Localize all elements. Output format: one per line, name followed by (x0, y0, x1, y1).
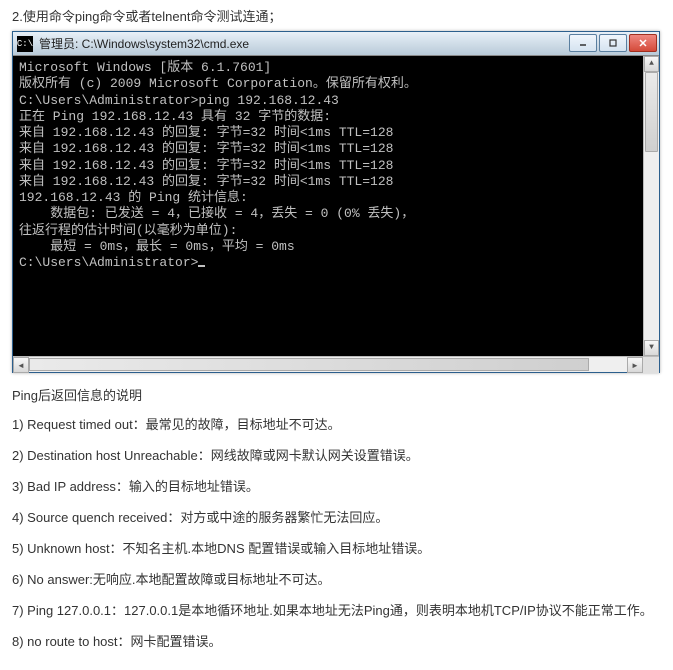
scroll-thumb-v[interactable] (645, 72, 658, 152)
note-item: 7) Ping 127.0.0.1：127.0.0.1是本地循环地址.如果本地址… (12, 600, 661, 619)
instruction-text: 2.使用命令ping命令或者telnent命令测试连通； (0, 0, 673, 31)
note-item: 8) no route to host：网卡配置错误。 (12, 631, 661, 650)
vertical-scrollbar[interactable]: ▲ ▼ (643, 56, 659, 356)
scrollbar-corner (643, 357, 659, 373)
cmd-output-area[interactable]: Microsoft Windows [版本 6.1.7601] 版权所有 (c)… (13, 56, 659, 356)
cmd-line: 版权所有 (c) 2009 Microsoft Corporation。保留所有… (19, 76, 637, 92)
maximize-icon (609, 39, 617, 47)
cmd-prompt-line: C:\Users\Administrator> (19, 255, 637, 271)
cmd-line: 最短 = 0ms，最长 = 0ms，平均 = 0ms (19, 239, 637, 255)
cmd-line: Microsoft Windows [版本 6.1.7601] (19, 60, 637, 76)
note-item: 5) Unknown host：不知名主机.本地DNS 配置错误或输入目标地址错… (12, 538, 661, 557)
note-item: 6) No answer:无响应.本地配置故障或目标地址不可达。 (12, 569, 661, 588)
notes-section: Ping后返回信息的说明 1) Request timed out：最常见的故障… (0, 373, 673, 670)
cmd-line: 往返行程的估计时间(以毫秒为单位): (19, 223, 637, 239)
note-item: 2) Destination host Unreachable：网线故障或网卡默… (12, 445, 661, 464)
note-item: 1) Request timed out：最常见的故障，目标地址不可达。 (12, 414, 661, 433)
close-icon (639, 39, 647, 47)
maximize-button[interactable] (599, 34, 627, 52)
horizontal-scrollbar[interactable]: ◄ ► (13, 356, 659, 372)
scroll-down-button[interactable]: ▼ (644, 340, 659, 356)
scroll-up-button[interactable]: ▲ (644, 56, 659, 72)
cmd-icon: C:\ (17, 36, 33, 52)
cmd-line: 来自 192.168.12.43 的回复: 字节=32 时间<1ms TTL=1… (19, 125, 637, 141)
minimize-icon (579, 39, 587, 47)
cmd-line: 来自 192.168.12.43 的回复: 字节=32 时间<1ms TTL=1… (19, 141, 637, 157)
scroll-track-v[interactable] (644, 72, 659, 340)
scroll-track-h[interactable] (29, 357, 627, 372)
window-controls (567, 34, 657, 54)
cmd-line: 正在 Ping 192.168.12.43 具有 32 字节的数据: (19, 109, 637, 125)
minimize-button[interactable] (569, 34, 597, 52)
scroll-left-button[interactable]: ◄ (13, 357, 29, 373)
cmd-line: 来自 192.168.12.43 的回复: 字节=32 时间<1ms TTL=1… (19, 158, 637, 174)
scroll-thumb-h[interactable] (29, 358, 589, 371)
window-titlebar[interactable]: C:\ 管理员: C:\Windows\system32\cmd.exe (13, 32, 659, 56)
cmd-line: C:\Users\Administrator>ping 192.168.12.4… (19, 93, 637, 109)
cursor-icon (198, 265, 205, 267)
cmd-line: 192.168.12.43 的 Ping 统计信息: (19, 190, 637, 206)
note-item: 4) Source quench received：对方或中途的服务器繁忙无法回… (12, 507, 661, 526)
notes-title: Ping后返回信息的说明 (12, 385, 661, 404)
scroll-right-button[interactable]: ► (627, 357, 643, 373)
window-title: 管理员: C:\Windows\system32\cmd.exe (39, 35, 567, 52)
cmd-line: 数据包: 已发送 = 4，已接收 = 4，丢失 = 0 (0% 丢失)， (19, 206, 637, 222)
note-item: 3) Bad IP address：输入的目标地址错误。 (12, 476, 661, 495)
cmd-window: C:\ 管理员: C:\Windows\system32\cmd.exe Mic… (12, 31, 660, 373)
cmd-line: 来自 192.168.12.43 的回复: 字节=32 时间<1ms TTL=1… (19, 174, 637, 190)
close-button[interactable] (629, 34, 657, 52)
